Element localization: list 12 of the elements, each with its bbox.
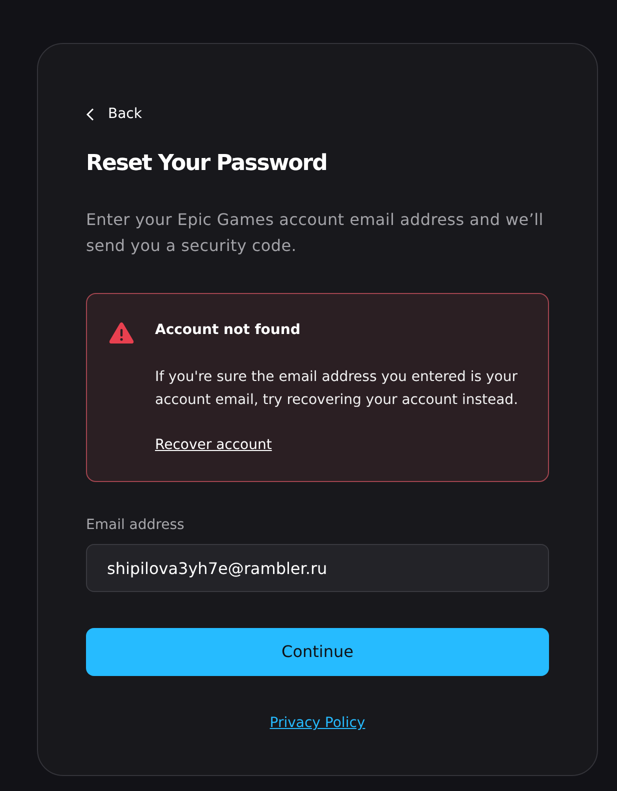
page-title: Reset Your Password: [86, 151, 328, 178]
continue-button[interactable]: Continue: [86, 628, 549, 676]
description-text: Enter your Epic Games account email address and we’ll send you a security code.: [86, 209, 544, 258]
back-link[interactable]: Back: [86, 102, 142, 127]
email-label: Email address: [86, 516, 186, 536]
chevron-left-icon: [86, 108, 94, 121]
email-input[interactable]: shipilova3yh7e@rambler.ru: [86, 544, 549, 592]
privacy-policy-link[interactable]: Privacy Policy: [270, 715, 366, 732]
recover-account-link[interactable]: Recover account: [155, 435, 272, 456]
warning-icon: [109, 322, 134, 344]
alert-message: If you're sure the email address you entered is your account email, try recovering your account instead.: [155, 368, 520, 410]
alert-title: Account not found: [155, 321, 302, 340]
